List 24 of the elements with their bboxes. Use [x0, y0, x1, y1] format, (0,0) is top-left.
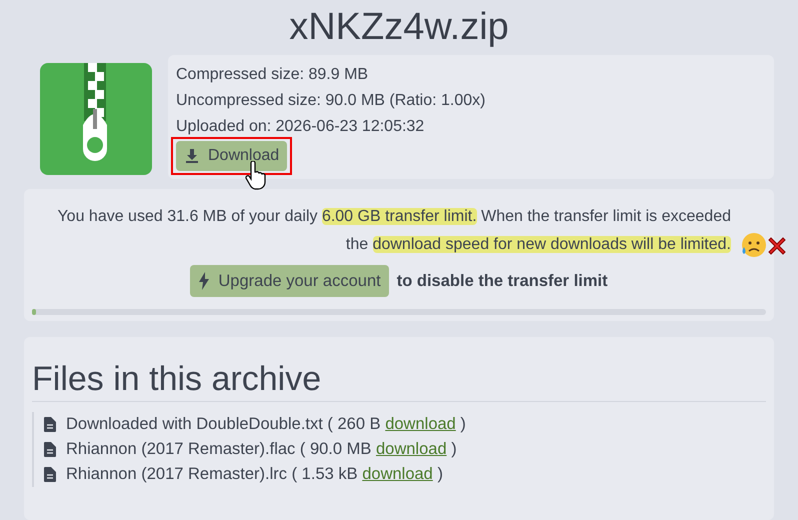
page-title: xNKZz4w.zip — [289, 5, 509, 50]
file-icon — [44, 467, 56, 482]
download-link[interactable]: download — [376, 440, 447, 458]
file-icon — [44, 442, 56, 457]
info-text: Compressed size: 89.9 MB — [176, 65, 370, 85]
file-entry: Rhiannon (2017 Remaster).lrc ( 1.53 kB download ) — [66, 464, 443, 485]
lightning-icon — [198, 272, 210, 290]
file-entry: Rhiannon (2017 Remaster).flac ( 90.0 MB download ) — [66, 439, 457, 460]
download-link[interactable]: download — [385, 415, 456, 433]
download-button[interactable]: Download — [176, 141, 288, 171]
hand-cursor-icon — [244, 161, 268, 191]
transfer-limit-text: You have used 31.6 MB of your daily 6.00 GB transfer limit. When the transfer limit is exceeded the download speed for new downloads will be limited. — [56, 207, 731, 255]
zip-file-icon — [40, 63, 152, 175]
download-link[interactable]: download — [362, 465, 433, 483]
files-heading: Files in this archive — [32, 359, 766, 402]
file-icon — [44, 417, 56, 432]
upgrade-hint: to disable the transfer limit — [396, 270, 608, 292]
info-text: Uncompressed size: 90.0 MB (Ratio: 1.00x) — [176, 91, 486, 111]
file-entry: Downloaded with DoubleDouble.txt ( 260 B download ) — [66, 414, 466, 435]
download-icon — [184, 148, 200, 164]
cross-icon — [767, 236, 787, 256]
info-text: Uploaded on: 2026-06-23 12:05:32 — [176, 117, 426, 137]
upgrade-button[interactable]: Upgrade your account — [190, 265, 389, 297]
sad-face-icon — [739, 231, 767, 259]
